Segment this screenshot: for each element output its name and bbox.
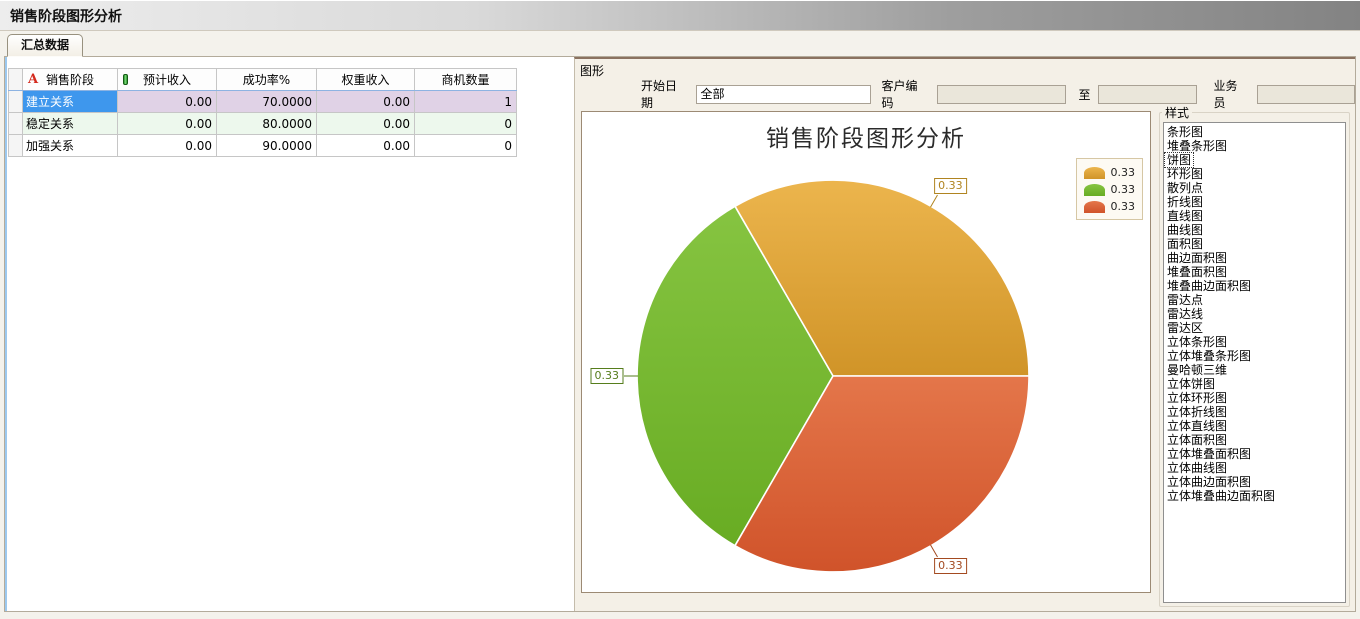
value-cell[interactable]: 80.0000 bbox=[217, 113, 317, 135]
start-date-label: 开始日期 bbox=[641, 77, 688, 111]
filter-row: 开始日期 全部 客户编码 至 业务员 bbox=[575, 82, 1355, 106]
column-header-success-rate[interactable]: 成功率% bbox=[217, 69, 317, 91]
tab-content-panel: A 销售阶段 预计收入 成功率% 权重收入 bbox=[4, 56, 1356, 612]
value-cell[interactable]: 0.00 bbox=[118, 113, 217, 135]
slice-value-label: 0.33 bbox=[934, 558, 967, 574]
style-option[interactable]: 雷达点 bbox=[1165, 293, 1205, 307]
style-option[interactable]: 堆叠曲边面积图 bbox=[1165, 279, 1253, 293]
style-option[interactable]: 立体面积图 bbox=[1165, 433, 1229, 447]
style-option[interactable]: 堆叠条形图 bbox=[1165, 139, 1229, 153]
pie-chart bbox=[582, 112, 1150, 592]
salesman-label: 业务员 bbox=[1213, 77, 1249, 111]
chart-row: 销售阶段图形分析 0.330.330.33 0.330.330.33 样式 条形… bbox=[581, 111, 1351, 611]
graph-panel: 图形 开始日期 全部 客户编码 至 业务员 销售阶段图形分析 0.330.330… bbox=[574, 57, 1355, 611]
style-option[interactable]: 堆叠面积图 bbox=[1165, 265, 1229, 279]
stage-cell[interactable]: 建立关系 bbox=[23, 91, 118, 113]
row-indicator-header bbox=[9, 69, 23, 91]
legend-item: 0.33 bbox=[1084, 181, 1136, 198]
column-header-label: 权重收入 bbox=[341, 73, 389, 87]
style-option[interactable]: 雷达区 bbox=[1165, 321, 1205, 335]
slice-value-label: 0.33 bbox=[934, 178, 967, 194]
style-option[interactable]: 立体曲边面积图 bbox=[1165, 475, 1253, 489]
style-option[interactable]: 立体堆叠条形图 bbox=[1165, 349, 1253, 363]
legend-value: 0.33 bbox=[1111, 200, 1136, 213]
legend-item: 0.33 bbox=[1084, 198, 1136, 215]
value-cell[interactable]: 0.00 bbox=[118, 135, 217, 157]
summary-table-pane: A 销售阶段 预计收入 成功率% 权重收入 bbox=[5, 57, 574, 611]
style-option[interactable]: 折线图 bbox=[1165, 195, 1205, 209]
customer-code-input[interactable] bbox=[937, 85, 1066, 104]
value-cell[interactable]: 0 bbox=[415, 135, 517, 157]
legend-swatch-icon bbox=[1084, 167, 1105, 179]
column-header-expected-income[interactable]: 预计收入 bbox=[118, 69, 217, 91]
value-cell[interactable]: 1 bbox=[415, 91, 517, 113]
style-option[interactable]: 立体饼图 bbox=[1165, 377, 1217, 391]
title-bar: 销售阶段图形分析 bbox=[0, 0, 1360, 31]
table-row: 加强关系0.0090.00000.000 bbox=[9, 135, 517, 157]
style-option[interactable]: 立体环形图 bbox=[1165, 391, 1229, 405]
style-option[interactable]: 立体折线图 bbox=[1165, 405, 1229, 419]
customer-code-label: 客户编码 bbox=[882, 77, 929, 111]
salesman-input[interactable] bbox=[1257, 85, 1355, 104]
chart-legend: 0.33 0.33 0.33 bbox=[1076, 158, 1144, 220]
style-option[interactable]: 散列点 bbox=[1165, 181, 1205, 195]
style-option[interactable]: 立体堆叠面积图 bbox=[1165, 447, 1253, 461]
style-option[interactable]: 面积图 bbox=[1165, 237, 1205, 251]
tab-strip: 汇总数据 bbox=[0, 31, 1360, 56]
style-option[interactable]: 曲边面积图 bbox=[1165, 251, 1229, 265]
style-option[interactable]: 饼图 bbox=[1165, 153, 1193, 167]
column-header-label: 销售阶段 bbox=[46, 73, 94, 87]
row-indicator-cell[interactable] bbox=[9, 135, 23, 157]
style-option[interactable]: 环形图 bbox=[1165, 167, 1205, 181]
value-cell[interactable]: 0.00 bbox=[317, 91, 415, 113]
stage-cell[interactable]: 稳定关系 bbox=[23, 113, 118, 135]
style-option[interactable]: 立体直线图 bbox=[1165, 419, 1229, 433]
pie-chart-area: 销售阶段图形分析 0.330.330.33 0.330.330.33 bbox=[581, 111, 1151, 593]
to-label: 至 bbox=[1079, 86, 1091, 103]
column-header-label: 成功率% bbox=[243, 73, 290, 87]
stage-cell[interactable]: 加强关系 bbox=[23, 135, 118, 157]
sales-stage-table: A 销售阶段 预计收入 成功率% 权重收入 bbox=[8, 68, 517, 157]
column-header-label: 预计收入 bbox=[143, 73, 191, 87]
sort-a-icon: A bbox=[28, 72, 38, 87]
value-cell[interactable]: 90.0000 bbox=[217, 135, 317, 157]
legend-swatch-icon bbox=[1084, 184, 1105, 196]
value-cell[interactable]: 0 bbox=[415, 113, 517, 135]
filter-bar-icon bbox=[123, 74, 128, 85]
value-cell[interactable]: 0.00 bbox=[317, 113, 415, 135]
chart-style-listbox[interactable]: 条形图堆叠条形图饼图环形图散列点折线图直线图曲线图面积图曲边面积图堆叠面积图堆叠… bbox=[1163, 122, 1346, 603]
value-cell[interactable]: 70.0000 bbox=[217, 91, 317, 113]
style-option[interactable]: 立体堆叠曲边面积图 bbox=[1165, 489, 1277, 503]
customer-code-to-input[interactable] bbox=[1098, 85, 1198, 104]
page-title: 销售阶段图形分析 bbox=[0, 6, 122, 26]
style-group-label: 样式 bbox=[1162, 104, 1192, 121]
style-option[interactable]: 立体曲线图 bbox=[1165, 461, 1229, 475]
style-group: 样式 条形图堆叠条形图饼图环形图散列点折线图直线图曲线图面积图曲边面积图堆叠面积… bbox=[1159, 112, 1350, 607]
tab-summary-data[interactable]: 汇总数据 bbox=[7, 34, 83, 57]
legend-value: 0.33 bbox=[1111, 166, 1136, 179]
style-option[interactable]: 曲线图 bbox=[1165, 223, 1205, 237]
style-option[interactable]: 条形图 bbox=[1165, 125, 1205, 139]
column-header-label: 商机数量 bbox=[441, 73, 489, 87]
legend-value: 0.33 bbox=[1111, 183, 1136, 196]
column-header-stage[interactable]: A 销售阶段 bbox=[23, 69, 118, 91]
column-header-weighted-income[interactable]: 权重收入 bbox=[317, 69, 415, 91]
style-option[interactable]: 直线图 bbox=[1165, 209, 1205, 223]
value-cell[interactable]: 0.00 bbox=[118, 91, 217, 113]
slice-value-label: 0.33 bbox=[591, 368, 624, 384]
legend-item: 0.33 bbox=[1084, 164, 1136, 181]
style-option[interactable]: 立体条形图 bbox=[1165, 335, 1229, 349]
row-indicator-cell[interactable] bbox=[9, 113, 23, 135]
style-option[interactable]: 曼哈顿三维 bbox=[1165, 363, 1229, 377]
start-date-input[interactable]: 全部 bbox=[696, 85, 870, 104]
value-cell[interactable]: 0.00 bbox=[317, 135, 415, 157]
column-header-opportunity-count[interactable]: 商机数量 bbox=[415, 69, 517, 91]
app-window: 销售阶段图形分析 汇总数据 A 销售阶段 bbox=[0, 0, 1360, 619]
row-indicator-cell[interactable] bbox=[9, 91, 23, 113]
table-row: 建立关系0.0070.00000.001 bbox=[9, 91, 517, 113]
table-header-row: A 销售阶段 预计收入 成功率% 权重收入 bbox=[9, 69, 517, 91]
style-option[interactable]: 雷达线 bbox=[1165, 307, 1205, 321]
table-row: 稳定关系0.0080.00000.000 bbox=[9, 113, 517, 135]
legend-swatch-icon bbox=[1084, 201, 1105, 213]
